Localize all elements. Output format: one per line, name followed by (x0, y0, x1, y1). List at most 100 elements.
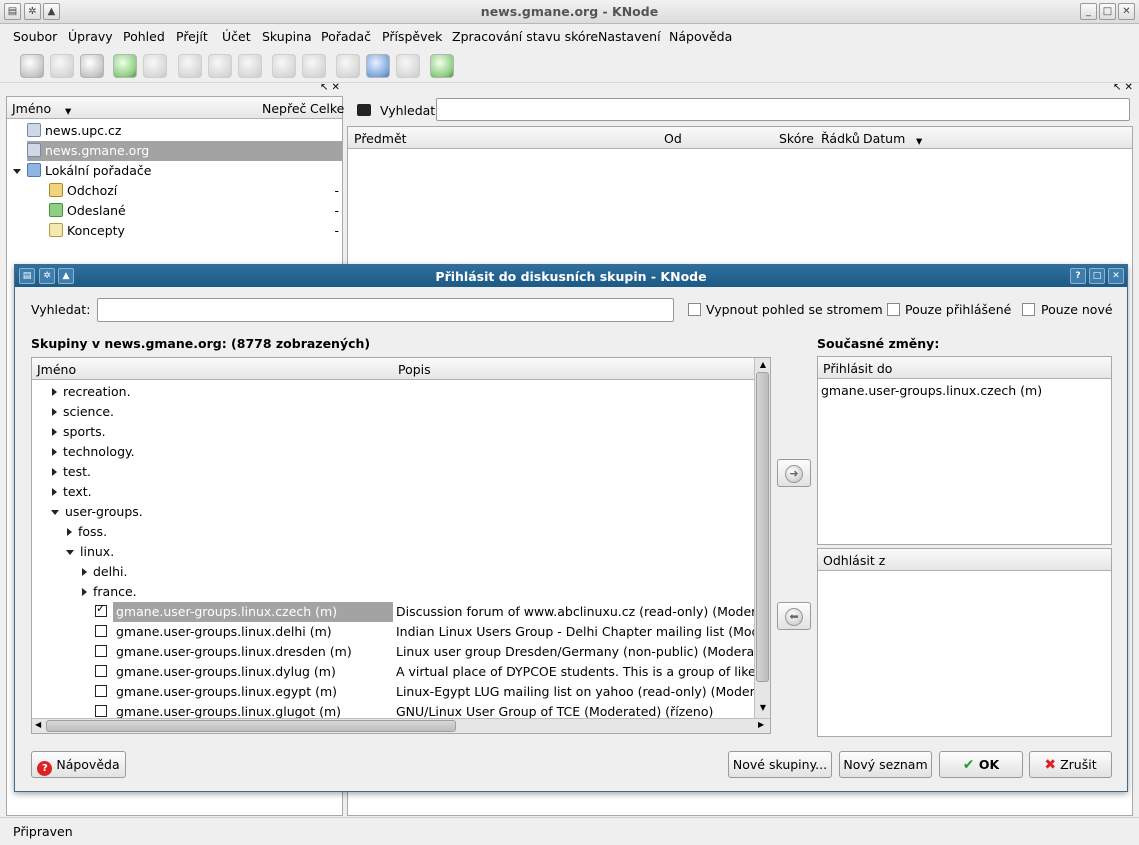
menu-nastaveni[interactable]: Nastavení (598, 29, 661, 44)
clear-search-icon[interactable] (357, 104, 371, 116)
stop-icon[interactable] (143, 54, 167, 78)
groups-list[interactable]: Jméno Popis recreation. science. sports.… (31, 357, 771, 734)
save-icon[interactable] (50, 54, 74, 78)
col-score[interactable]: Skóre (779, 131, 814, 146)
scroll-right-icon[interactable]: ▶ (758, 720, 764, 729)
forward-icon[interactable] (238, 54, 262, 78)
get-mail-icon[interactable] (113, 54, 137, 78)
group-name[interactable]: gmane.user-groups.linux.czech (m) (113, 602, 393, 622)
expand-icon[interactable] (82, 588, 87, 596)
col-name[interactable]: Jméno (12, 101, 51, 116)
tree-node[interactable]: delhi. (82, 562, 127, 582)
unsubscribe-arrow-button[interactable]: ⬅ (777, 602, 811, 630)
tree-node[interactable]: science. (52, 402, 114, 422)
expand-icon[interactable] (52, 388, 57, 396)
scroll-up-icon[interactable]: ▲ (757, 360, 769, 372)
group-checkbox[interactable] (95, 602, 107, 617)
col-date[interactable]: Datum (863, 131, 905, 146)
tree-view-checkbox[interactable] (688, 303, 701, 316)
close-icon[interactable]: ✕ (1118, 3, 1135, 20)
scroll-down-icon[interactable]: ▼ (757, 703, 769, 715)
horizontal-scrollbar[interactable]: ◀ ▶ (32, 718, 770, 733)
col-desc[interactable]: Popis (398, 362, 431, 377)
tree-node[interactable]: recreation. (52, 382, 131, 402)
tree-node[interactable]: user-groups. (51, 502, 143, 522)
tree-node[interactable]: linux. (66, 542, 114, 562)
filter-icon[interactable] (336, 54, 360, 78)
group-name[interactable]: gmane.user-groups.linux.delhi (m) (116, 622, 332, 642)
close-icon[interactable]: ✕ (1108, 268, 1124, 284)
minimize-icon[interactable]: _ (1080, 3, 1097, 20)
tree-node[interactable]: france. (82, 582, 137, 602)
tree-item[interactable]: Lokální pořadače (13, 161, 343, 181)
collapse-icon[interactable] (51, 510, 59, 515)
panel-undock-icon[interactable]: ↖ ✕ (320, 82, 340, 93)
maximize-icon[interactable]: □ (1099, 3, 1116, 20)
refresh-icon[interactable] (396, 54, 420, 78)
hscroll-thumb[interactable] (46, 720, 456, 732)
tree-item[interactable]: Koncepty - (49, 221, 339, 241)
scroll-thumb[interactable] (756, 372, 769, 682)
tree-node[interactable]: text. (52, 482, 92, 502)
group-checkbox[interactable] (95, 645, 107, 657)
unsubscribe-list[interactable]: Odhlásit z (817, 548, 1112, 737)
new-mail-icon[interactable] (20, 54, 44, 78)
tree-item[interactable]: Odchozí - (49, 181, 339, 201)
expand-icon[interactable] (52, 488, 57, 496)
expand-icon[interactable] (82, 568, 87, 576)
group-search-input[interactable] (97, 298, 674, 322)
vertical-scrollbar[interactable]: ▲ ▼ (754, 358, 770, 718)
tree-node[interactable]: test. (52, 462, 91, 482)
new-groups-button[interactable]: Nové skupiny... (728, 751, 832, 778)
col-from[interactable]: Od (664, 131, 682, 146)
menu-ucet[interactable]: Účet (222, 29, 251, 44)
maximize-icon[interactable]: □ (1089, 268, 1105, 284)
col-subject[interactable]: Předmět (354, 131, 407, 146)
tree-node[interactable]: technology. (52, 442, 135, 462)
panel-undock-icon[interactable]: ↖ ✕ (1113, 82, 1133, 93)
search-icon[interactable] (366, 54, 390, 78)
subscribe-item[interactable]: gmane.user-groups.linux.czech (m) (821, 381, 1042, 401)
new-only-checkbox[interactable] (1022, 303, 1035, 316)
group-name[interactable]: gmane.user-groups.linux.egypt (m) (116, 682, 337, 702)
menu-soubor[interactable]: Soubor (13, 29, 57, 44)
col-name[interactable]: Jméno (37, 362, 76, 377)
help-icon[interactable]: ? (1070, 268, 1086, 284)
col-lines[interactable]: Řádků (821, 131, 860, 146)
expand-icon[interactable] (52, 428, 57, 436)
reply-icon[interactable] (208, 54, 232, 78)
menu-pohled[interactable]: Pohled (123, 29, 165, 44)
subscribe-list[interactable]: Přihlásit do gmane.user-groups.linux.cze… (817, 356, 1112, 545)
col-total[interactable]: Celke (310, 101, 344, 116)
print-icon[interactable] (80, 54, 104, 78)
tree-node[interactable]: foss. (67, 522, 107, 542)
post-icon[interactable] (178, 54, 202, 78)
ok-button[interactable]: ✔ OK (939, 751, 1023, 778)
tree-item[interactable]: Odeslané - (49, 201, 339, 221)
expand-icon[interactable] (52, 408, 57, 416)
group-checkbox[interactable] (95, 625, 107, 637)
subscribe-icon[interactable] (430, 54, 454, 78)
menu-prispevek[interactable]: Příspěvek (382, 29, 442, 44)
scroll-left-icon[interactable]: ◀ (35, 720, 41, 729)
subscribe-arrow-button[interactable]: ➜ (777, 459, 811, 487)
menu-skupina[interactable]: Skupina (262, 29, 312, 44)
subscribed-only-checkbox[interactable] (887, 303, 900, 316)
group-checkbox[interactable] (95, 705, 107, 717)
next-icon[interactable] (302, 54, 326, 78)
expand-icon[interactable] (52, 448, 57, 456)
menu-poradac[interactable]: Pořadač (321, 29, 371, 44)
expand-icon[interactable] (13, 169, 21, 174)
expand-icon[interactable] (52, 468, 57, 476)
group-name[interactable]: gmane.user-groups.linux.dresden (m) (116, 642, 352, 662)
col-unread[interactable]: Nepřeč (262, 101, 306, 116)
new-list-button[interactable]: Nový seznam (839, 751, 932, 778)
menu-prejit[interactable]: Přejít (176, 29, 208, 44)
menu-napoveda[interactable]: Nápověda (669, 29, 732, 44)
tree-item[interactable]: news.upc.cz (27, 121, 342, 141)
collapse-icon[interactable] (66, 550, 74, 555)
tree-node[interactable]: sports. (52, 422, 106, 442)
menu-upravy[interactable]: Úpravy (68, 29, 113, 44)
menu-zpracovani-skore[interactable]: Zpracování stavu skóre (452, 29, 598, 44)
group-checkbox[interactable] (95, 685, 107, 697)
